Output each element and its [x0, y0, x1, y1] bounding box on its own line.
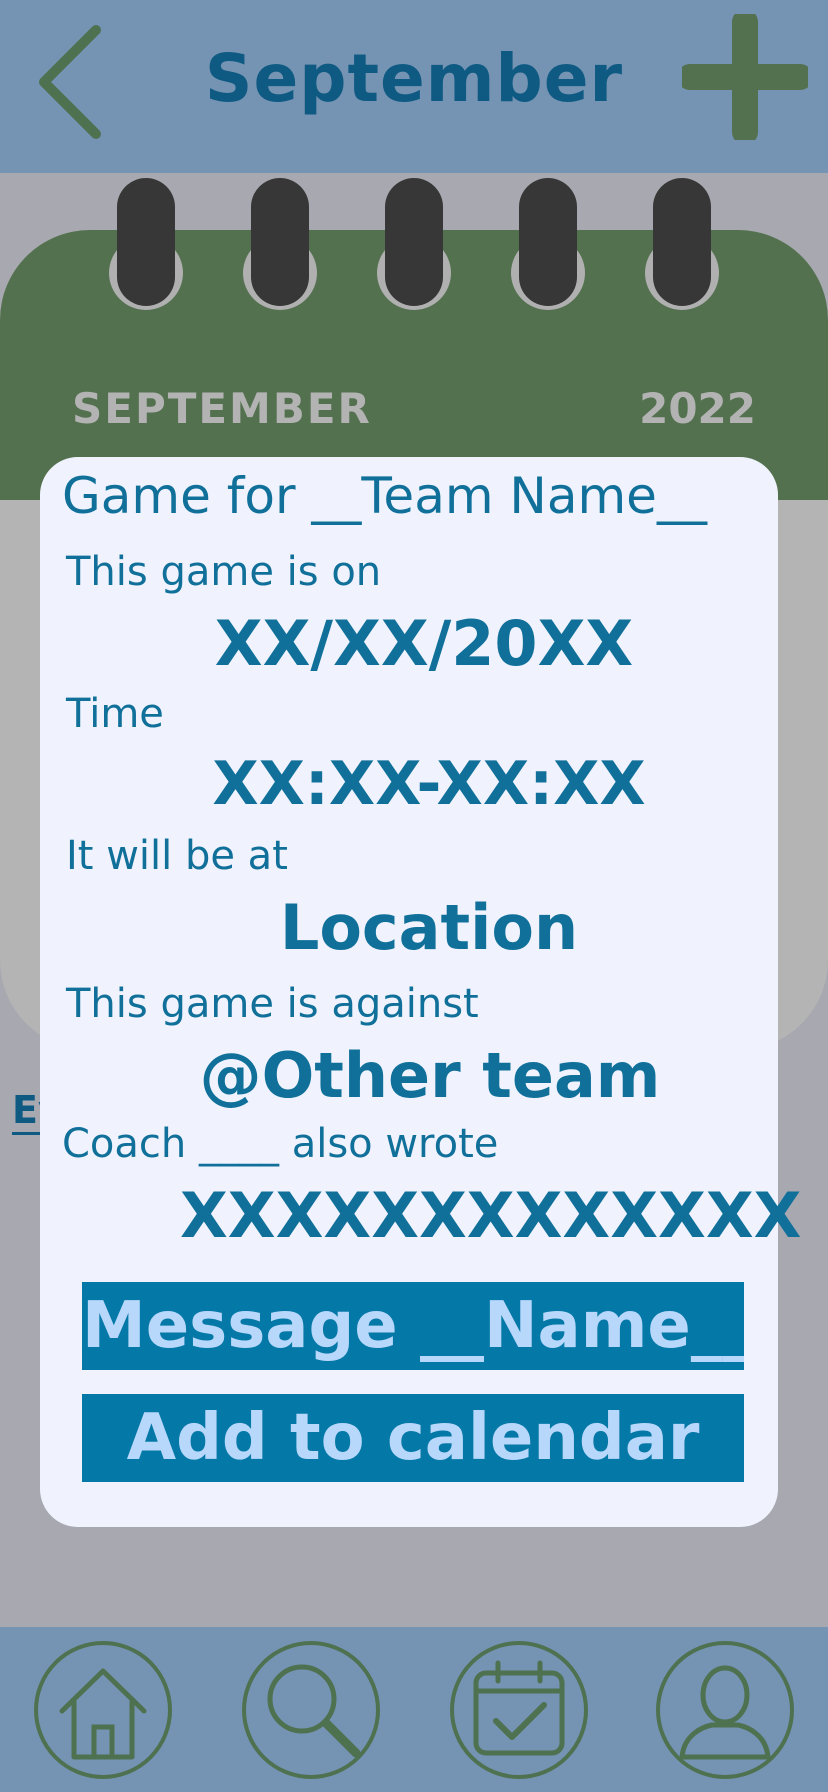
calendar-month: SEPTEMBER	[72, 384, 372, 433]
date-label: This game is on	[66, 549, 382, 595]
nav-calendar[interactable]	[450, 1641, 588, 1779]
calendar-ring	[243, 178, 317, 310]
calendar-year: 2022	[639, 384, 756, 433]
coach-note-value: XXXXXXXXXXXXX	[180, 1179, 802, 1252]
plus-icon	[677, 9, 813, 145]
time-label: Time	[66, 691, 164, 737]
bottom-nav	[0, 1627, 828, 1792]
calendar-ring	[511, 178, 585, 310]
location-label: It will be at	[66, 833, 288, 879]
add-to-calendar-button[interactable]: Add to calendar	[82, 1394, 744, 1482]
date-value: XX/XX/20XX	[214, 607, 634, 680]
location-value: Location	[279, 891, 579, 964]
calendar-ring	[109, 178, 183, 310]
time-value: XX:XX-XX:XX	[212, 749, 646, 819]
nav-home[interactable]	[34, 1641, 172, 1779]
message-button[interactable]: Message __Name__	[82, 1282, 744, 1370]
calendar-ring	[377, 178, 451, 310]
nav-profile[interactable]	[656, 1641, 794, 1779]
game-details-card: Game for __Team Name__ This game is on X…	[40, 457, 802, 1527]
opponent-value: @Other team	[199, 1039, 661, 1112]
coach-note-label: Coach ____ also wrote	[62, 1121, 499, 1167]
search-icon	[267, 1664, 361, 1758]
card-title: Game for __Team Name__	[62, 467, 707, 525]
nav-search[interactable]	[242, 1641, 380, 1779]
top-bar: September	[0, 0, 828, 173]
opponent-label: This game is against	[66, 981, 479, 1027]
profile-icon	[679, 1665, 771, 1760]
calendar-ring	[645, 178, 719, 310]
home-icon	[59, 1668, 147, 1760]
calendar-check-icon	[473, 1660, 565, 1756]
add-event-button[interactable]	[677, 9, 813, 145]
